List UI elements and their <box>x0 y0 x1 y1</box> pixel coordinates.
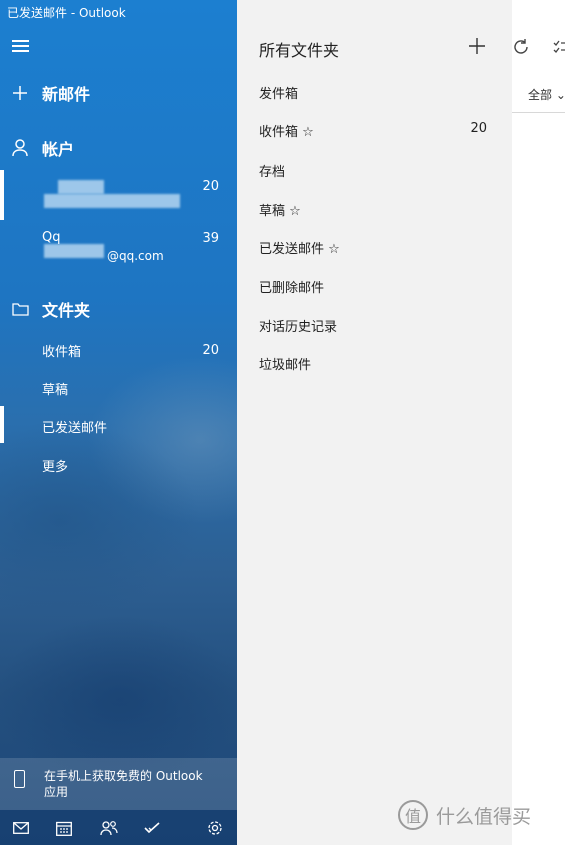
nav-folder-more[interactable]: 更多 <box>0 453 237 477</box>
redacted-account-name <box>58 180 104 194</box>
sync-icon[interactable] <box>512 38 530 56</box>
nav-folder-drafts[interactable]: 草稿 <box>0 376 237 400</box>
new-mail-label: 新邮件 <box>42 85 91 104</box>
folder-label: 草稿 <box>42 382 69 398</box>
folder-label: 垃圾邮件 <box>259 358 312 373</box>
divider <box>512 112 565 113</box>
folder-item-deleted[interactable]: 已删除邮件 <box>237 271 512 301</box>
all-folders-title: 所有文件夹 <box>259 41 340 60</box>
folder-item-inbox[interactable]: 收件箱 ☆ 20 <box>237 115 512 145</box>
folder-count: 20 <box>470 121 487 136</box>
folder-label: 草稿 ☆ <box>259 204 301 219</box>
account-1-count: 20 <box>202 179 219 194</box>
folder-icon <box>11 300 29 318</box>
folder-item-drafts[interactable]: 草稿 ☆ <box>237 194 512 224</box>
accounts-header[interactable]: 帐户 <box>0 135 237 161</box>
navigation-pane: 已发送邮件 - Outlook 新邮件 帐户 20 Qq @qq.com 39 … <box>0 0 237 845</box>
settings-icon[interactable] <box>206 820 224 836</box>
message-list-pane: 全部 ⌄ <box>512 0 565 845</box>
mail-icon[interactable] <box>12 820 30 836</box>
folder-item-junk[interactable]: 垃圾邮件 <box>237 348 512 378</box>
phone-icon <box>14 770 25 788</box>
people-icon[interactable] <box>100 820 118 836</box>
folder-label: 发件箱 <box>259 87 299 102</box>
bottom-app-bar <box>0 810 237 845</box>
selection-mode-icon[interactable] <box>553 38 565 56</box>
add-folder-icon[interactable] <box>467 36 487 56</box>
hamburger-menu-icon[interactable] <box>12 40 29 52</box>
nav-folder-sent[interactable]: 已发送邮件 <box>0 414 237 438</box>
folder-item-sent[interactable]: 已发送邮件 ☆ <box>237 232 512 262</box>
redacted-account-email <box>44 194 180 208</box>
account-item-1[interactable]: 20 <box>0 174 237 214</box>
todo-icon[interactable] <box>143 820 161 836</box>
person-icon <box>11 139 29 157</box>
folders-header[interactable]: 文件夹 <box>0 296 237 322</box>
watermark: 值 什么值得买 <box>398 800 531 830</box>
get-mobile-app-banner[interactable]: 在手机上获取免费的 Outlook 应用 <box>0 758 237 810</box>
promo-line-1: 在手机上获取免费的 Outlook <box>44 769 203 783</box>
folders-label: 文件夹 <box>42 301 91 320</box>
folder-item-conversation-history[interactable]: 对话历史记录 <box>237 310 512 340</box>
plus-icon <box>11 84 29 102</box>
folder-label: 更多 <box>42 459 69 475</box>
nav-folder-inbox[interactable]: 收件箱 20 <box>0 338 237 362</box>
filter-label: 全部 <box>528 88 553 102</box>
window-title: 已发送邮件 - Outlook <box>7 6 126 20</box>
folder-label: 存档 <box>259 165 286 180</box>
promo-line-2: 应用 <box>44 785 69 799</box>
account-2-name: Qq <box>42 230 61 245</box>
account-2-email: @qq.com <box>107 249 164 263</box>
promo-text: 在手机上获取免费的 Outlook 应用 <box>44 768 203 800</box>
folder-label: 对话历史记录 <box>259 320 338 335</box>
folder-item-archive[interactable]: 存档 <box>237 155 512 185</box>
chevron-down-icon: ⌄ <box>555 88 565 102</box>
account-item-2[interactable]: Qq @qq.com 39 <box>0 228 237 270</box>
account-2-count: 39 <box>202 231 219 246</box>
watermark-text: 什么值得买 <box>436 805 532 828</box>
folder-label: 已发送邮件 <box>42 420 108 436</box>
watermark-logo: 值 <box>398 800 428 830</box>
filter-dropdown[interactable]: 全部 ⌄ <box>528 86 565 103</box>
folder-item-outbox[interactable]: 发件箱 <box>237 77 512 107</box>
accounts-label: 帐户 <box>42 140 75 159</box>
all-folders-flyout: 所有文件夹 发件箱 收件箱 ☆ 20 存档 草稿 ☆ 已发送邮件 ☆ 已删除邮件… <box>237 0 512 845</box>
folder-label: 收件箱 ☆ <box>259 125 314 140</box>
redacted-account-email-2 <box>44 244 104 258</box>
folder-count: 20 <box>202 342 219 358</box>
calendar-icon[interactable] <box>55 820 73 836</box>
folder-label: 已发送邮件 ☆ <box>259 242 340 257</box>
folder-label: 已删除邮件 <box>259 281 325 296</box>
new-mail-button[interactable]: 新邮件 <box>0 80 237 106</box>
folder-label: 收件箱 <box>42 344 82 360</box>
